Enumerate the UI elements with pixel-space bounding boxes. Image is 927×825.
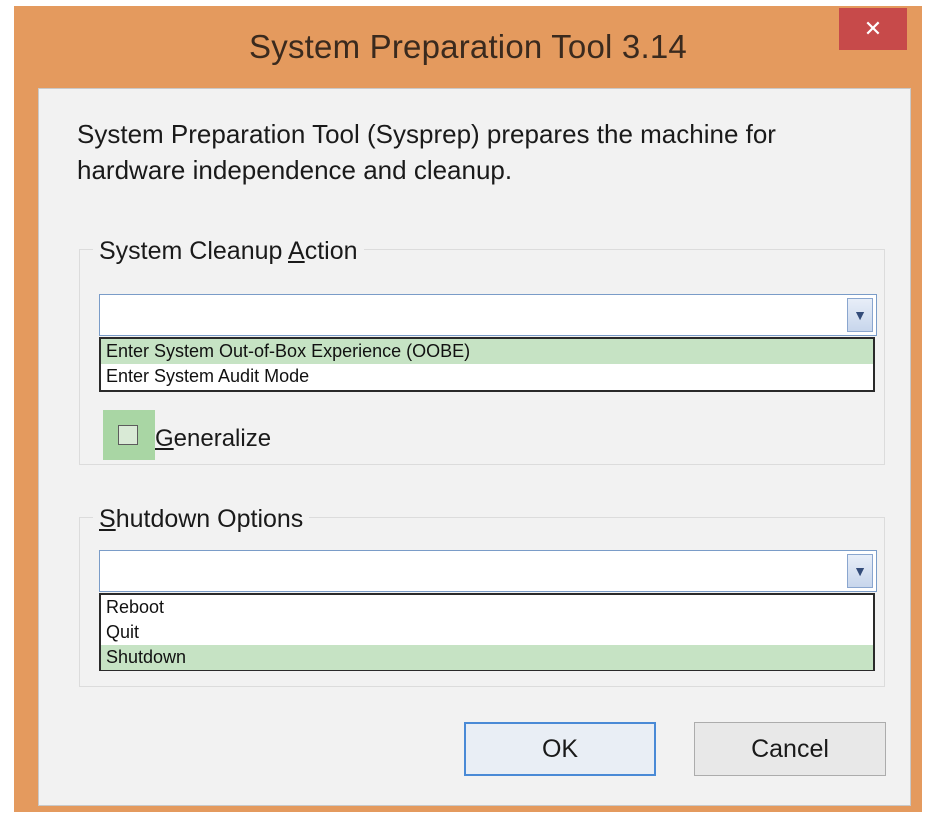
- shutdown-option-shutdown[interactable]: Shutdown: [101, 645, 873, 670]
- cancel-button[interactable]: Cancel: [694, 722, 886, 776]
- chevron-down-icon[interactable]: ▼: [847, 554, 873, 588]
- shutdown-options-label: Shutdown Options: [93, 504, 310, 534]
- title-bar[interactable]: System Preparation Tool 3.14 ✕: [14, 6, 922, 88]
- cleanup-action-label: System Cleanup Action: [93, 236, 364, 266]
- cleanup-action-select[interactable]: ▼: [99, 294, 877, 336]
- cleanup-option-oobe[interactable]: Enter System Out-of-Box Experience (OOBE…: [101, 339, 873, 364]
- shutdown-options-list: Reboot Quit Shutdown: [99, 593, 875, 671]
- ok-button[interactable]: OK: [464, 722, 656, 776]
- dialog-body: System Preparation Tool (Sysprep) prepar…: [38, 88, 911, 806]
- sysprep-window: System Preparation Tool 3.14 ✕ System Pr…: [14, 6, 922, 812]
- shutdown-option-quit[interactable]: Quit: [101, 620, 873, 645]
- close-button[interactable]: ✕: [839, 8, 907, 50]
- chevron-down-icon[interactable]: ▼: [847, 298, 873, 332]
- generalize-label[interactable]: Generalize: [155, 425, 271, 453]
- cleanup-option-audit[interactable]: Enter System Audit Mode: [101, 364, 873, 389]
- shutdown-options-select[interactable]: ▼: [99, 550, 877, 592]
- generalize-checkbox[interactable]: [118, 425, 138, 445]
- window-title: System Preparation Tool 3.14: [249, 28, 687, 65]
- close-icon: ✕: [863, 16, 883, 41]
- generalize-checkbox-focus[interactable]: [103, 410, 155, 460]
- shutdown-option-reboot[interactable]: Reboot: [101, 595, 873, 620]
- description-text: System Preparation Tool (Sysprep) prepar…: [77, 119, 776, 185]
- cleanup-action-options: Enter System Out-of-Box Experience (OOBE…: [99, 337, 875, 392]
